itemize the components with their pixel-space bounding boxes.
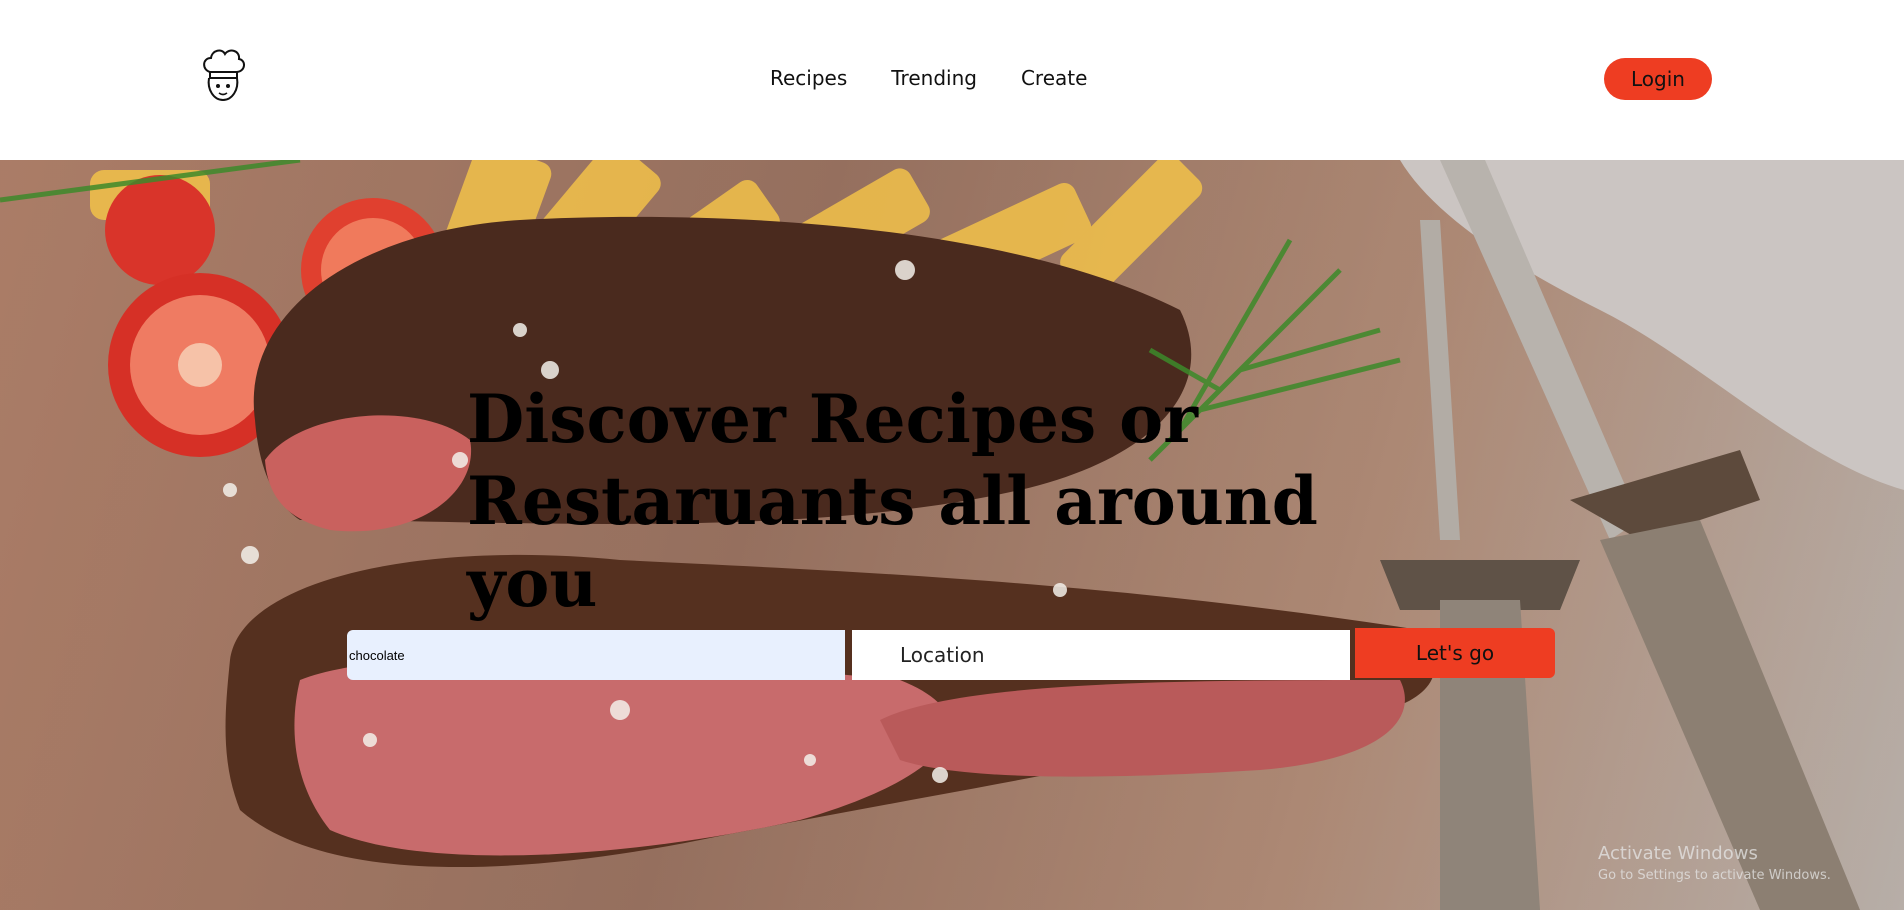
site-header: Recipes Trending Create Login: [0, 0, 1904, 160]
nav-recipes[interactable]: Recipes: [770, 66, 847, 90]
location-input[interactable]: [852, 630, 1350, 680]
nav-trending[interactable]: Trending: [891, 66, 977, 90]
chef-hat-icon[interactable]: [198, 46, 248, 102]
lets-go-button[interactable]: Let's go: [1355, 628, 1555, 678]
watermark-title: Activate Windows: [1598, 843, 1758, 864]
activate-windows-watermark: Activate Windows Go to Settings to activ…: [1598, 843, 1831, 883]
watermark-subtitle: Go to Settings to activate Windows.: [1598, 868, 1831, 883]
hero-section: Discover Recipes or Restaruants all arou…: [0, 160, 1904, 910]
main-nav: Recipes Trending Create: [770, 66, 1087, 90]
hero-headline: Discover Recipes or Restaruants all arou…: [467, 380, 1318, 622]
search-input[interactable]: [347, 630, 845, 680]
login-button[interactable]: Login: [1604, 58, 1712, 100]
nav-create[interactable]: Create: [1021, 66, 1087, 90]
